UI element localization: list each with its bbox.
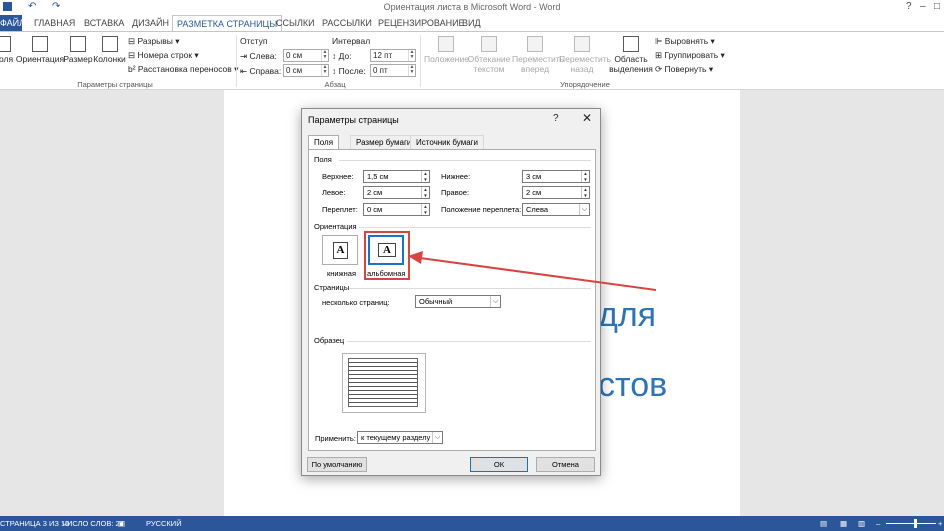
annotation-arrow-head: [408, 251, 423, 264]
annotation-arrow-line: [419, 257, 657, 291]
annotation-arrow: [408, 251, 657, 291]
